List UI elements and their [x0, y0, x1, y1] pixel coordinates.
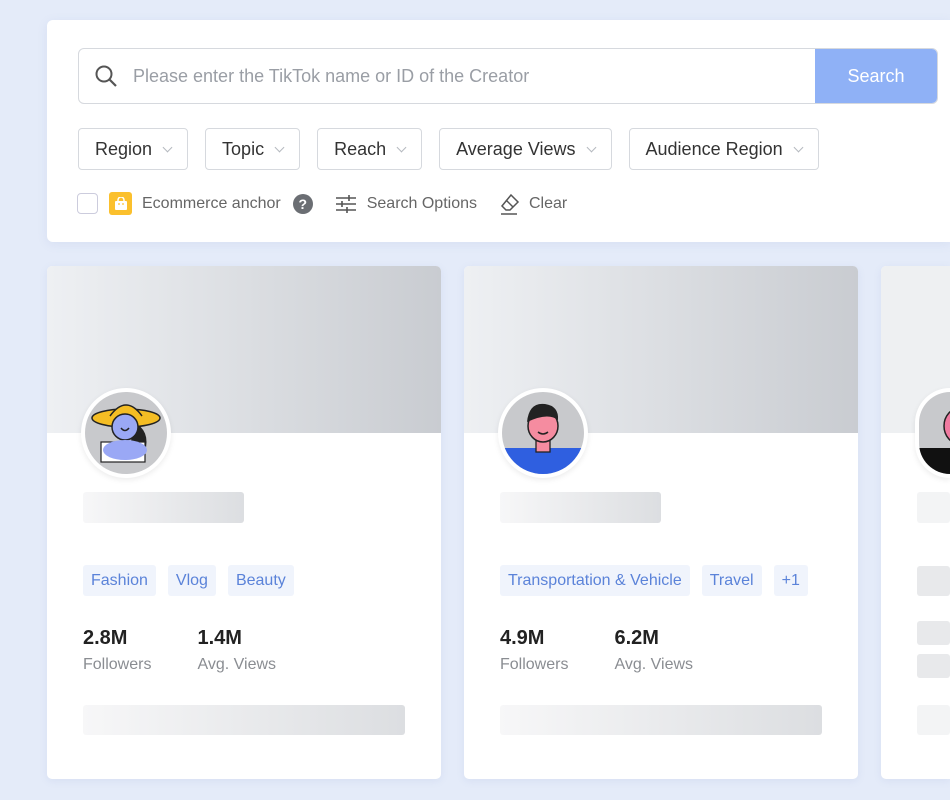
avatar [498, 388, 588, 478]
filter-reach[interactable]: Reach [317, 128, 423, 170]
chevron-down-icon [162, 142, 173, 152]
views-label: Avg. Views [614, 656, 694, 673]
filter-label: Region [95, 138, 153, 159]
creator-card-partial[interactable] [881, 266, 950, 779]
followers-label: Followers [83, 656, 152, 673]
chevron-down-icon [586, 142, 596, 152]
followers-stat: 4.9M Followers [500, 627, 568, 674]
search-button[interactable]: Search [815, 49, 937, 103]
filter-label: Reach [334, 138, 387, 159]
eraser-icon [500, 193, 520, 215]
stat-placeholder [917, 621, 950, 645]
sliders-icon [335, 194, 356, 213]
views-label: Avg. Views [197, 656, 277, 673]
creator-card[interactable]: Fashion Vlog Beauty 2.8M Followers 1.4M Av… [47, 266, 441, 779]
bio-placeholder [500, 705, 822, 735]
filter-label: Audience Region [645, 138, 783, 159]
tag[interactable]: Transportation & Vehicle [500, 565, 690, 596]
search-bar: Search [78, 48, 938, 104]
filter-topic[interactable]: Topic [205, 128, 301, 170]
help-icon[interactable]: ? [292, 193, 313, 214]
search-panel: Search Region Topic Reach Average Views … [47, 20, 950, 242]
tag[interactable]: Travel [701, 565, 762, 596]
filter-region[interactable]: Region [78, 128, 189, 170]
chevron-down-icon [396, 142, 407, 152]
tag[interactable]: Beauty [227, 565, 294, 596]
views-stat: 6.2M Avg. Views [614, 627, 693, 674]
clear-button[interactable]: Clear [499, 193, 567, 215]
bio-placeholder [917, 705, 950, 735]
views-stat: 1.4M Avg. Views [197, 627, 276, 674]
tag[interactable]: Fashion [83, 565, 156, 596]
name-placeholder [500, 492, 661, 523]
creator-card[interactable]: Transportation & Vehicle Travel +1 4.9M F… [464, 266, 858, 779]
tag-more[interactable]: +1 [773, 565, 808, 596]
avatar [81, 388, 171, 478]
filter-label: Average Views [456, 138, 576, 159]
filter-audience-region[interactable]: Audience Region [628, 128, 819, 170]
search-options-button[interactable]: Search Options [335, 194, 477, 214]
shopping-bag-icon [109, 192, 132, 215]
chevron-down-icon [274, 142, 285, 152]
followers-stat: 2.8M Followers [83, 627, 151, 674]
ecommerce-label: Ecommerce anchor [142, 194, 281, 212]
tag-placeholder [917, 566, 950, 596]
views-value: 1.4M [197, 627, 242, 649]
ecommerce-checkbox[interactable] [77, 193, 98, 214]
stat-placeholder [917, 654, 950, 678]
followers-value: 2.8M [83, 627, 128, 649]
bio-placeholder [83, 705, 405, 735]
tag[interactable]: Vlog [167, 565, 216, 596]
filter-label: Topic [222, 138, 265, 159]
filter-average-views[interactable]: Average Views [439, 128, 612, 170]
clear-label: Clear [529, 194, 568, 212]
chevron-down-icon [793, 142, 804, 152]
name-placeholder [83, 492, 244, 523]
search-icon [79, 49, 133, 103]
followers-value: 4.9M [500, 627, 545, 649]
search-options-label: Search Options [366, 194, 477, 212]
followers-label: Followers [500, 656, 569, 673]
views-value: 6.2M [614, 627, 659, 649]
name-placeholder [917, 492, 950, 523]
search-input[interactable] [133, 49, 815, 103]
